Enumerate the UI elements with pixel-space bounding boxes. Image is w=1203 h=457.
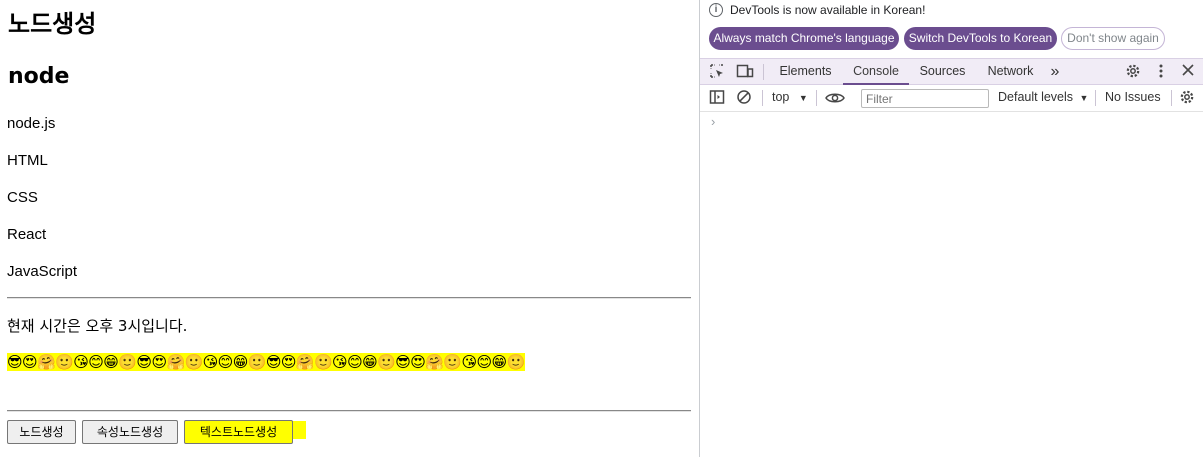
emoji-text: 😎😍🤗🙂😘😊😁🙂😎😍🤗🙂😘😊😁🙂😎😍🤗🙂😘😊😁🙂😎😍🤗🙂😘😊😁🙂 <box>7 353 525 371</box>
list-item: JavaScript <box>7 263 78 280</box>
chevron-down-icon: ▼ <box>1079 93 1089 103</box>
emoji-paragraph: 😎😍🤗🙂😘😊😁🙂😎😍🤗🙂😘😊😁🙂😎😍🤗🙂😘😊😁🙂😎😍🤗🙂😘😊😁🙂 <box>7 352 691 373</box>
log-levels-dropdown[interactable]: Default levels ▼ <box>998 90 1088 104</box>
more-options-icon[interactable] <box>1152 63 1170 81</box>
more-tabs-icon[interactable]: » <box>1044 59 1066 85</box>
close-icon[interactable] <box>1179 63 1197 81</box>
info-icon: i <box>709 3 723 17</box>
web-page: 노드생성 node node.js HTML CSS React JavaScr… <box>0 0 699 457</box>
separator <box>763 64 764 80</box>
clear-console-icon[interactable] <box>735 89 753 107</box>
page-heading: 노드생성 <box>8 10 97 38</box>
context-selector[interactable]: top ▼ <box>772 90 808 104</box>
console-settings-gear-icon[interactable] <box>1178 89 1196 107</box>
list-item: HTML <box>7 152 48 169</box>
list-item: React <box>7 226 47 243</box>
separator <box>762 90 763 106</box>
list-item: node.js <box>7 115 56 132</box>
sidebar-toggle-icon[interactable] <box>708 89 726 107</box>
devtools-tabbar: Elements Console Sources Network » <box>700 58 1203 85</box>
console-toolbar: top ▼ Default levels ▼ No Issues <box>700 85 1203 112</box>
dont-show-again-button[interactable]: Don't show again <box>1061 27 1165 50</box>
switch-to-korean-button[interactable]: Switch DevTools to Korean <box>904 27 1057 50</box>
infobar-message: DevTools is now available in Korean! <box>730 3 926 17</box>
devtools-panel: i DevTools is now available in Korean! A… <box>699 0 1203 457</box>
settings-gear-icon[interactable] <box>1124 63 1142 81</box>
divider <box>7 410 691 412</box>
filter-input[interactable] <box>861 89 989 108</box>
language-infobar: i DevTools is now available in Korean! A… <box>700 0 1203 58</box>
levels-label: Default levels <box>998 90 1074 104</box>
tab-console[interactable]: Console <box>843 59 909 85</box>
chevron-down-icon: ▼ <box>798 93 808 103</box>
inspect-element-icon[interactable] <box>708 63 726 81</box>
always-match-language-button[interactable]: Always match Chrome's language <box>709 27 899 50</box>
list-item: CSS <box>7 189 38 206</box>
time-text: 현재 시간은 오후 3시입니다. <box>7 317 188 335</box>
console-prompt[interactable]: › <box>711 114 715 129</box>
page-subheading: node <box>8 64 70 89</box>
tab-sources[interactable]: Sources <box>915 59 970 85</box>
device-toolbar-icon[interactable] <box>736 63 754 81</box>
create-text-node-button[interactable]: 텍스트노드생성 <box>184 420 293 444</box>
separator <box>816 90 817 106</box>
separator <box>1095 90 1096 106</box>
issues-counter[interactable]: No Issues <box>1105 90 1161 104</box>
tab-network[interactable]: Network <box>983 59 1038 85</box>
create-attribute-node-button[interactable]: 속성노드생성 <box>82 420 178 444</box>
context-label: top <box>772 90 790 104</box>
separator <box>1171 90 1172 106</box>
tab-elements[interactable]: Elements <box>774 59 837 85</box>
eye-icon[interactable] <box>825 90 845 108</box>
create-node-button[interactable]: 노드생성 <box>7 420 76 444</box>
divider <box>7 297 691 299</box>
